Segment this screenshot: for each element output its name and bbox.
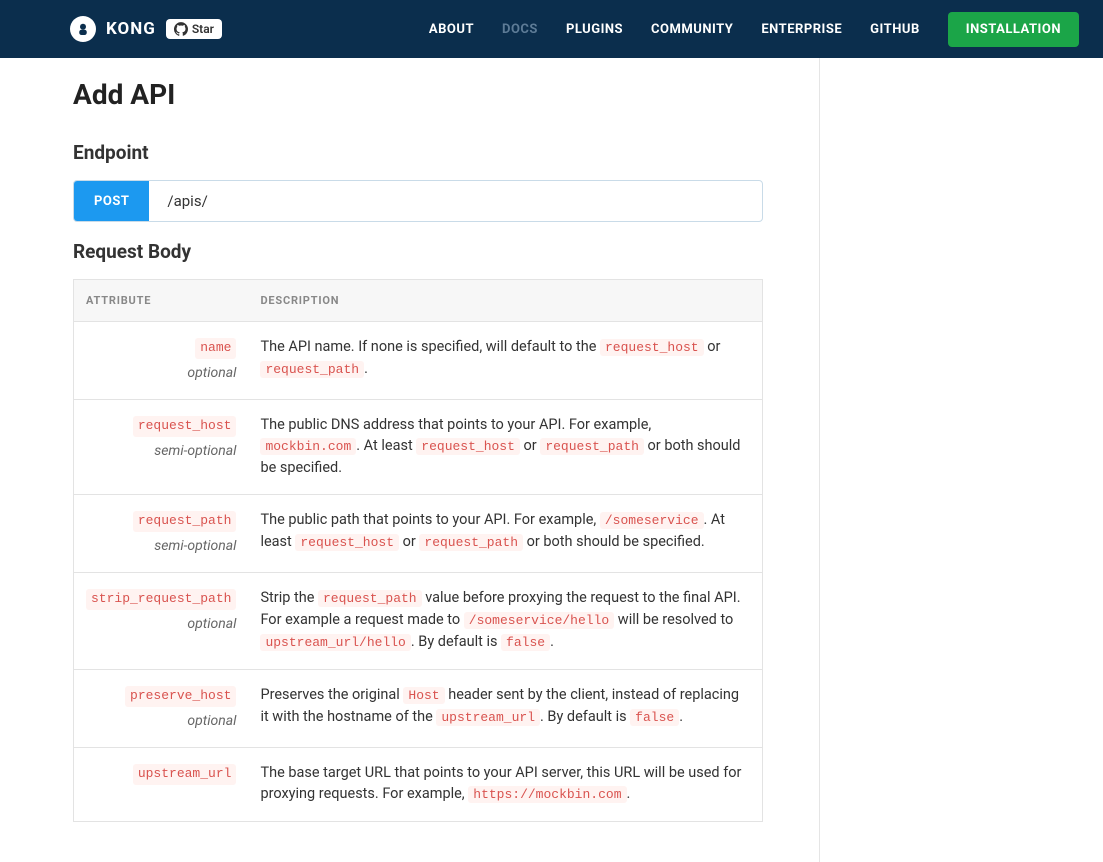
desc-text: . [627, 785, 631, 802]
attr-name: request_path [133, 511, 237, 532]
desc-cell: The public DNS address that points to yo… [248, 400, 762, 495]
table-row: upstream_url The base target URL that poi… [74, 747, 763, 821]
attr-note: optional [86, 711, 236, 731]
table-row: strip_request_path optional Strip the requ… [74, 573, 763, 670]
inline-code: request_host [600, 339, 704, 356]
desc-text: . By default is [540, 708, 630, 725]
desc-text: . At least [356, 437, 416, 454]
attr-cell: upstream_url [74, 747, 249, 821]
desc-cell: Strip the request_path value before prox… [248, 573, 762, 670]
desc-cell: The base target URL that points to your … [248, 747, 762, 821]
kong-logo-icon [70, 16, 96, 42]
github-star-button[interactable]: Star [166, 19, 222, 39]
desc-text: The API name. If none is specified, will… [260, 338, 600, 355]
github-icon [174, 22, 188, 36]
inline-code: Host [403, 687, 444, 704]
desc-text: . [550, 633, 554, 650]
endpoint-path: /apis/ [149, 181, 762, 221]
http-method-badge: POST [74, 181, 149, 221]
desc-cell: Preserves the original Host header sent … [248, 669, 762, 747]
request-body-heading: Request Body [73, 240, 819, 263]
page-body: Add API Endpoint POST /apis/ Request Bod… [0, 58, 1103, 862]
attr-cell: request_host semi-optional [74, 400, 249, 495]
attr-name: upstream_url [133, 764, 237, 785]
nav-about[interactable]: ABOUT [429, 22, 474, 37]
topbar: KONG Star ABOUT DOCS PLUGINS COMMUNITY E… [0, 0, 1103, 58]
attr-cell: request_path semi-optional [74, 495, 249, 573]
desc-text: or [520, 437, 540, 454]
attr-cell: name optional [74, 322, 249, 400]
inline-code: request_path [540, 438, 644, 455]
desc-text: Strip the [260, 589, 318, 606]
inline-code: /someservice/hello [464, 612, 614, 629]
attr-note: optional [86, 363, 236, 383]
table-row: request_host semi-optional The public DNS … [74, 400, 763, 495]
desc-cell: The API name. If none is specified, will… [248, 322, 762, 400]
nav-community[interactable]: COMMUNITY [651, 22, 733, 37]
attr-cell: strip_request_path optional [74, 573, 249, 670]
attr-name: preserve_host [125, 686, 236, 707]
attr-cell: preserve_host optional [74, 669, 249, 747]
params-table: ATTRIBUTE DESCRIPTION name optional The AP… [73, 279, 763, 822]
attr-note: semi-optional [86, 536, 236, 556]
inline-code: request_path [419, 534, 523, 551]
inline-code: false [630, 709, 679, 726]
desc-cell: The public path that points to your API.… [248, 495, 762, 573]
col-description: DESCRIPTION [248, 280, 762, 322]
nav-enterprise[interactable]: ENTERPRISE [761, 22, 842, 37]
nav-github[interactable]: GITHUB [870, 22, 920, 37]
inline-code: request_host [295, 534, 399, 551]
inline-code: /someservice [600, 512, 704, 529]
desc-text: The public path that points to your API.… [260, 511, 599, 528]
main-nav: ABOUT DOCS PLUGINS COMMUNITY ENTERPRISE … [429, 12, 1079, 47]
inline-code: https://mockbin.com [468, 786, 626, 803]
inline-code: request_path [318, 590, 422, 607]
nav-docs[interactable]: DOCS [502, 22, 538, 37]
desc-text: . [679, 708, 683, 725]
inline-code: upstream_url/hello [260, 634, 410, 651]
page-title: Add API [73, 78, 819, 111]
brand-block[interactable]: KONG Star [70, 16, 222, 42]
desc-text: . By default is [411, 633, 501, 650]
brand-name: KONG [106, 19, 156, 39]
inline-code: upstream_url [436, 709, 540, 726]
endpoint-box: POST /apis/ [73, 180, 763, 222]
desc-text: or [704, 338, 721, 355]
attr-note: semi-optional [86, 441, 236, 461]
github-star-label: Star [192, 22, 214, 36]
nav-plugins[interactable]: PLUGINS [566, 22, 623, 37]
attr-name: name [195, 338, 236, 359]
col-attribute: ATTRIBUTE [74, 280, 249, 322]
desc-text: or [399, 533, 419, 550]
inline-code: mockbin.com [260, 438, 356, 455]
doc-content: Add API Endpoint POST /apis/ Request Bod… [0, 58, 820, 862]
attr-name: strip_request_path [86, 589, 236, 610]
inline-code: request_path [260, 361, 364, 378]
attr-note: optional [86, 614, 236, 634]
desc-text: . [364, 360, 368, 377]
attr-name: request_host [133, 416, 237, 437]
inline-code: request_host [416, 438, 520, 455]
table-row: request_path semi-optional The public path… [74, 495, 763, 573]
endpoint-heading: Endpoint [73, 141, 819, 164]
install-button[interactable]: INSTALLATION [948, 12, 1079, 47]
inline-code: false [501, 634, 550, 651]
desc-text: will be resolved to [614, 611, 733, 628]
desc-text: or both should be specified. [523, 533, 705, 550]
table-row: name optional The API name. If none is spe… [74, 322, 763, 400]
desc-text: Preserves the original [260, 686, 403, 703]
desc-text: The public DNS address that points to yo… [260, 416, 651, 433]
table-row: preserve_host optional Preserves the origi… [74, 669, 763, 747]
